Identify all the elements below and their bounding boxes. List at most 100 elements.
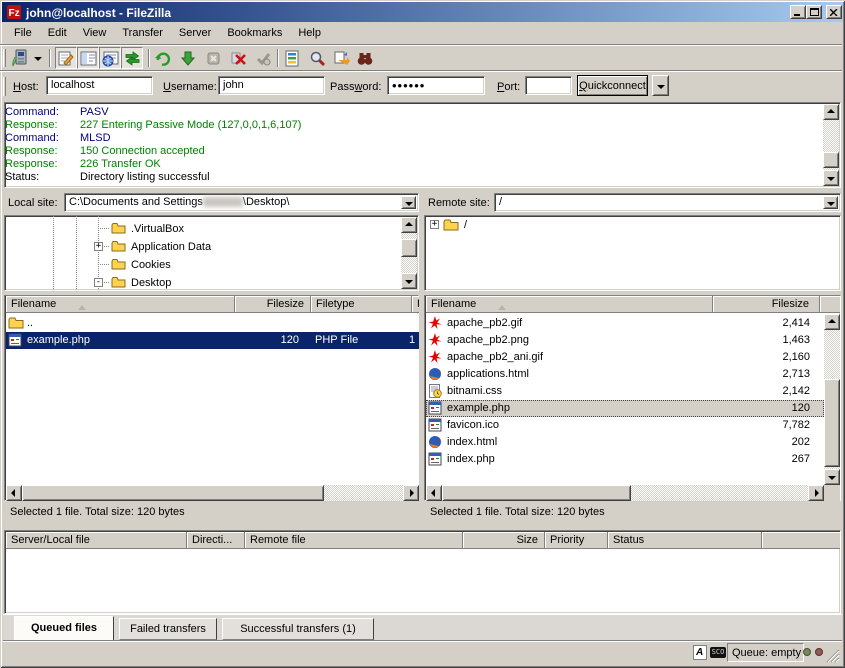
- file-row-selected[interactable]: example.php 120 PHP File 1: [6, 332, 419, 349]
- scroll-thumb[interactable]: [442, 485, 631, 501]
- file-row[interactable]: apache_pb2.png 1,463: [426, 332, 824, 349]
- password-input[interactable]: ••••••: [387, 76, 485, 95]
- local-tree-scrollbar[interactable]: [401, 217, 417, 289]
- remote-hscrollbar[interactable]: [426, 485, 824, 501]
- reconnect-button-disabled[interactable]: [252, 47, 274, 69]
- cancel-button-disabled[interactable]: [202, 47, 224, 69]
- menu-transfer[interactable]: Transfer: [115, 24, 170, 42]
- expand-icon[interactable]: +: [94, 242, 103, 251]
- file-row[interactable]: bitnami.css 2,142: [426, 383, 824, 400]
- scroll-left-button[interactable]: [6, 485, 22, 501]
- toggle-message-log-button[interactable]: [55, 47, 77, 69]
- title-bar[interactable]: Fz john@localhost - FileZilla: [2, 2, 843, 22]
- remote-file-list: Filename Filesize apache_pb2.gif 2,414 a…: [424, 295, 841, 521]
- local-site-combo[interactable]: C:\Documents and Settings\Desktop\: [64, 193, 419, 212]
- search-button[interactable]: [306, 47, 328, 69]
- maximize-button[interactable]: [806, 5, 822, 19]
- refresh-button[interactable]: [152, 47, 174, 69]
- username-input[interactable]: john: [218, 76, 325, 95]
- expand-icon[interactable]: +: [430, 220, 439, 229]
- queue-status-field: Queue: empty: [727, 643, 804, 662]
- tree-item-virtualbox[interactable]: .VirtualBox: [131, 223, 184, 235]
- queue-column-priority[interactable]: Priority: [545, 532, 608, 549]
- site-manager-button[interactable]: [9, 47, 31, 69]
- tree-item-cookies[interactable]: Cookies: [131, 259, 171, 271]
- toggle-transfer-queue-button[interactable]: [121, 47, 143, 69]
- queue-column-size[interactable]: Size: [463, 532, 545, 549]
- site-manager-dropdown-button[interactable]: [31, 47, 44, 69]
- synchronized-browsing-button[interactable]: [331, 47, 353, 69]
- collapse-icon[interactable]: -: [94, 278, 103, 287]
- resize-grip[interactable]: [826, 649, 840, 663]
- scroll-up-button[interactable]: [824, 314, 840, 330]
- tab-queued-files[interactable]: Queued files: [14, 616, 114, 641]
- port-input[interactable]: [525, 76, 572, 95]
- column-header-filetype[interactable]: Filetype: [311, 296, 412, 313]
- file-row-selected[interactable]: example.php 120: [426, 400, 824, 417]
- tree-item-application-data[interactable]: Application Data: [131, 241, 211, 253]
- tree-item-root[interactable]: /: [464, 219, 467, 231]
- toolbar-grip[interactable]: [3, 49, 6, 67]
- close-button[interactable]: [826, 5, 842, 19]
- log-scrollbar[interactable]: [823, 104, 839, 186]
- file-row[interactable]: index.php 267: [426, 451, 824, 468]
- tree-item-desktop[interactable]: Desktop: [131, 277, 171, 289]
- queue-column-server-local-file[interactable]: Server/Local file: [6, 532, 187, 549]
- quickconnect-dropdown-button[interactable]: [652, 75, 669, 96]
- toggle-local-tree-button[interactable]: [77, 47, 99, 69]
- file-row-parent[interactable]: ..: [6, 315, 419, 332]
- queue-column-status[interactable]: Status: [608, 532, 762, 549]
- file-row[interactable]: apache_pb2_ani.gif 2,160: [426, 349, 824, 366]
- scroll-left-button[interactable]: [426, 485, 442, 501]
- remote-site-combo-arrow[interactable]: [823, 196, 838, 209]
- scroll-down-button[interactable]: [401, 273, 417, 289]
- toggle-remote-tree-button[interactable]: [99, 47, 121, 69]
- menu-view[interactable]: View: [76, 24, 114, 42]
- redacted-path-segment: [203, 197, 243, 207]
- file-row[interactable]: applications.html 2,713: [426, 366, 824, 383]
- local-site-combo-arrow[interactable]: [401, 196, 416, 209]
- scroll-thumb[interactable]: [22, 485, 324, 501]
- column-header-filename[interactable]: Filename: [6, 296, 235, 313]
- tree-guide-line: [98, 228, 110, 229]
- filter-button[interactable]: [281, 47, 303, 69]
- disconnect-button[interactable]: [227, 47, 249, 69]
- remote-site-combo[interactable]: /: [494, 193, 841, 212]
- column-header-filename[interactable]: Filename: [426, 296, 713, 313]
- queue-column-direction[interactable]: Directi...: [187, 532, 245, 549]
- column-header-filesize[interactable]: Filesize: [235, 296, 311, 313]
- menu-help[interactable]: Help: [291, 24, 328, 42]
- queue-column-remote-file[interactable]: Remote file: [245, 532, 463, 549]
- tab-successful-transfers[interactable]: Successful transfers (1): [222, 618, 374, 640]
- tab-failed-transfers[interactable]: Failed transfers: [119, 618, 217, 640]
- scroll-down-button[interactable]: [823, 170, 839, 186]
- remote-vscrollbar[interactable]: [824, 314, 840, 485]
- local-hscrollbar[interactable]: [6, 485, 419, 501]
- menu-server[interactable]: Server: [172, 24, 218, 42]
- scroll-up-button[interactable]: [823, 104, 839, 120]
- file-row[interactable]: favicon.ico 7,782: [426, 417, 824, 434]
- scroll-up-button[interactable]: [401, 217, 417, 233]
- file-row[interactable]: apache_pb2.gif 2,414: [426, 315, 824, 332]
- file-row[interactable]: index.html 202: [426, 434, 824, 451]
- scroll-right-button[interactable]: [403, 485, 419, 501]
- find-files-button[interactable]: [354, 47, 376, 69]
- column-header-filesize[interactable]: Filesize: [713, 296, 820, 313]
- quickconnect-button[interactable]: Quickconnect: [577, 75, 648, 96]
- css-file-icon: [428, 384, 442, 401]
- folder-icon: [111, 222, 126, 237]
- scroll-down-button[interactable]: [824, 469, 840, 485]
- minimize-button[interactable]: [790, 5, 806, 19]
- scroll-thumb[interactable]: [823, 152, 839, 168]
- status-bar: A SCO Queue: empty: [3, 640, 842, 665]
- menu-file[interactable]: File: [7, 24, 39, 42]
- menu-edit[interactable]: Edit: [41, 24, 74, 42]
- column-header-lastmodified[interactable]: L: [412, 296, 419, 313]
- host-input[interactable]: localhost: [46, 76, 153, 95]
- scroll-thumb[interactable]: [824, 379, 840, 467]
- scroll-thumb[interactable]: [401, 239, 417, 257]
- process-queue-button[interactable]: [177, 47, 199, 69]
- quickconnect-grip[interactable]: [3, 77, 6, 96]
- scroll-right-button[interactable]: [808, 485, 824, 501]
- menu-bookmarks[interactable]: Bookmarks: [220, 24, 289, 42]
